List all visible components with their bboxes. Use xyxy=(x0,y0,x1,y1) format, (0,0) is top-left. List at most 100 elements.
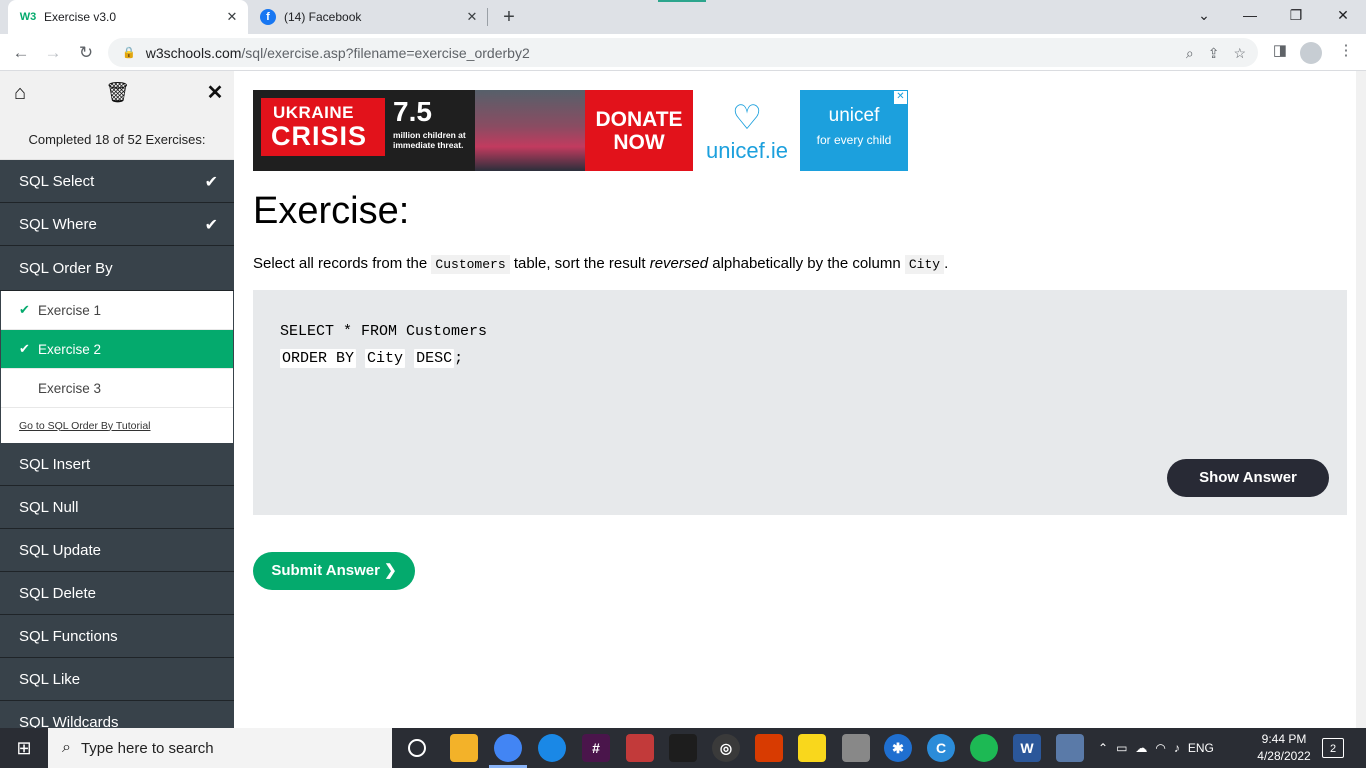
snipping-tool-icon[interactable] xyxy=(842,734,870,762)
sidebar-item-label: SQL Insert xyxy=(19,455,91,473)
app-icon[interactable] xyxy=(626,734,654,762)
sidebar-header: ⌂ 🗑 ✕ Completed 18 of 52 Exercises: xyxy=(0,71,234,160)
sidebar-item-label: SQL Functions xyxy=(19,627,118,645)
battery-icon[interactable]: ▭ xyxy=(1116,741,1127,755)
show-answer-button[interactable]: Show Answer xyxy=(1167,459,1329,497)
tutorial-link[interactable]: Go to SQL Order By Tutorial xyxy=(1,408,233,443)
sidebar-item-sql-select[interactable]: SQL Select ✔ xyxy=(0,160,234,203)
spotify-icon[interactable] xyxy=(970,734,998,762)
exercise-item-1[interactable]: ✔ Exercise 1 xyxy=(1,291,233,330)
volume-icon[interactable]: ♪ xyxy=(1174,741,1180,755)
address-bar[interactable]: 🔒 w3schools.com/sql/exercise.asp?filenam… xyxy=(108,38,1258,67)
sidebar-item-sql-update[interactable]: SQL Update xyxy=(0,529,234,572)
sidebar-item-label: SQL Null xyxy=(19,498,79,516)
reload-icon[interactable]: ↻ xyxy=(73,40,99,66)
exercise-label: Exercise 2 xyxy=(38,341,102,357)
ad-headline-1: UKRAINE xyxy=(273,103,354,122)
taskbar-search[interactable]: ⌕ Type here to search xyxy=(48,728,392,768)
exercise-sidebar: ⌂ 🗑 ✕ Completed 18 of 52 Exercises: SQL … xyxy=(0,71,234,728)
share-icon[interactable]: ⇪ xyxy=(1208,45,1220,62)
code-line-2: ORDER BY City DESC; xyxy=(280,349,463,368)
app-icon[interactable] xyxy=(669,734,697,762)
facebook-favicon-icon: f xyxy=(260,9,276,25)
profile-avatar[interactable] xyxy=(1300,42,1322,64)
ad-brand: unicef xyxy=(828,105,880,126)
office-icon[interactable] xyxy=(755,734,783,762)
word-icon[interactable]: W xyxy=(1013,734,1041,762)
sidebar-item-sql-functions[interactable]: SQL Functions xyxy=(0,615,234,658)
submit-answer-button[interactable]: Submit Answer ❯ xyxy=(253,552,415,590)
restore-icon[interactable]: ❐ xyxy=(1273,0,1319,30)
edge-icon[interactable] xyxy=(538,734,566,762)
sticky-notes-icon[interactable] xyxy=(798,734,826,762)
sidebar-item-label: SQL Wildcards xyxy=(19,713,119,729)
notifications-icon[interactable]: 2 xyxy=(1322,738,1344,758)
exercise-item-2[interactable]: ✔ Exercise 2 xyxy=(1,330,233,369)
minimize-icon[interactable]: — xyxy=(1227,0,1273,30)
ad-close-icon[interactable]: ✕ xyxy=(894,91,907,104)
sidebar-item-sql-insert[interactable]: SQL Insert xyxy=(0,443,234,486)
lock-icon: 🔒 xyxy=(122,47,136,59)
side-panel-icon[interactable]: ◨ xyxy=(1268,41,1292,59)
file-explorer-icon[interactable] xyxy=(450,734,478,762)
heart-icon: ♡ xyxy=(731,99,763,137)
cloud-icon[interactable]: ☁ xyxy=(1135,741,1147,755)
page-scrollbar[interactable] xyxy=(1356,71,1366,728)
column-blank-input[interactable]: City xyxy=(365,349,406,368)
sidebar-item-label: SQL Order By xyxy=(19,259,113,277)
slack-icon[interactable]: # xyxy=(582,734,610,762)
forward-icon[interactable]: → xyxy=(40,40,66,66)
home-icon[interactable]: ⌂ xyxy=(8,81,32,105)
zoom-icon[interactable]: ⌕ xyxy=(1186,45,1194,62)
instruction-emphasis: reversed xyxy=(649,255,709,272)
new-tab-button[interactable]: + xyxy=(496,4,522,30)
exercise-label: Exercise 3 xyxy=(38,380,102,396)
close-icon[interactable]: ✕ xyxy=(203,81,227,105)
sidebar-item-sql-null[interactable]: SQL Null xyxy=(0,486,234,529)
app-icon[interactable] xyxy=(1056,734,1084,762)
bluetooth-icon[interactable]: ✱ xyxy=(884,734,912,762)
trash-icon[interactable]: 🗑 xyxy=(105,81,130,105)
tab-exercise[interactable]: W3 Exercise v3.0 ✕ xyxy=(8,0,248,34)
browser-tab-strip: W3 Exercise v3.0 ✕ f (14) Facebook ✕ + ⌄… xyxy=(0,0,1366,34)
code-line-1: SELECT * FROM Customers xyxy=(280,323,488,340)
ad-child-photo xyxy=(475,90,585,171)
unicef-ad-banner[interactable]: UKRAINE CRISIS 7.5 million children at i… xyxy=(253,90,908,171)
search-placeholder: Type here to search xyxy=(80,739,214,757)
media-icon[interactable]: ◎ xyxy=(712,734,740,762)
close-window-icon[interactable]: ✕ xyxy=(1320,0,1366,30)
chrome-icon[interactable] xyxy=(494,734,522,762)
table-name-code: Customers xyxy=(431,255,510,274)
back-icon[interactable]: ← xyxy=(8,40,34,66)
app-c-icon[interactable]: C xyxy=(927,734,955,762)
exercise-item-3[interactable]: Exercise 3 xyxy=(1,369,233,408)
clock-date: 4/28/2022 xyxy=(1257,749,1311,763)
ad-donate-button[interactable]: DONATE NOW xyxy=(585,90,693,171)
tab-facebook[interactable]: f (14) Facebook ✕ xyxy=(250,0,488,34)
close-tab-icon[interactable]: ✕ xyxy=(222,9,242,25)
cortana-icon[interactable] xyxy=(408,739,426,757)
language-indicator[interactable]: ENG xyxy=(1188,741,1214,755)
ad-donate-line-2: NOW xyxy=(613,131,665,154)
menu-kebab-icon[interactable]: ⋮ xyxy=(1334,41,1358,59)
ad-brand-ie: unicef.ie xyxy=(706,138,788,163)
sidebar-item-sql-delete[interactable]: SQL Delete xyxy=(0,572,234,615)
sidebar-item-sql-like[interactable]: SQL Like xyxy=(0,658,234,701)
windows-start-icon[interactable]: ⊞ xyxy=(0,728,48,768)
keyword-blank[interactable]: ORDER BY xyxy=(280,349,357,368)
clock[interactable]: 9:44 PM 4/28/2022 xyxy=(1250,731,1318,765)
column-name-code: City xyxy=(904,255,945,274)
sidebar-item-sql-wildcards[interactable]: SQL Wildcards xyxy=(0,701,234,728)
wifi-icon[interactable]: ◠ xyxy=(1155,741,1165,755)
sidebar-item-sql-where[interactable]: SQL Where ✔ xyxy=(0,203,234,246)
browser-toolbar: ← → ↻ 🔒 w3schools.com/sql/exercise.asp?f… xyxy=(0,34,1366,71)
tab-search-icon[interactable]: ⌄ xyxy=(1181,0,1227,30)
instruction-text: . xyxy=(944,255,949,272)
direction-blank-input[interactable]: DESC xyxy=(414,349,455,368)
chevron-up-icon[interactable]: ⌃ xyxy=(1098,741,1108,755)
ad-unicef-logo: unicef for every child ✕ xyxy=(800,90,908,171)
close-tab-icon[interactable]: ✕ xyxy=(462,9,482,25)
bookmark-star-icon[interactable]: ☆ xyxy=(1233,45,1246,62)
sidebar-item-sql-order-by[interactable]: SQL Order By xyxy=(0,246,234,291)
tab-title: (14) Facebook xyxy=(284,10,362,24)
